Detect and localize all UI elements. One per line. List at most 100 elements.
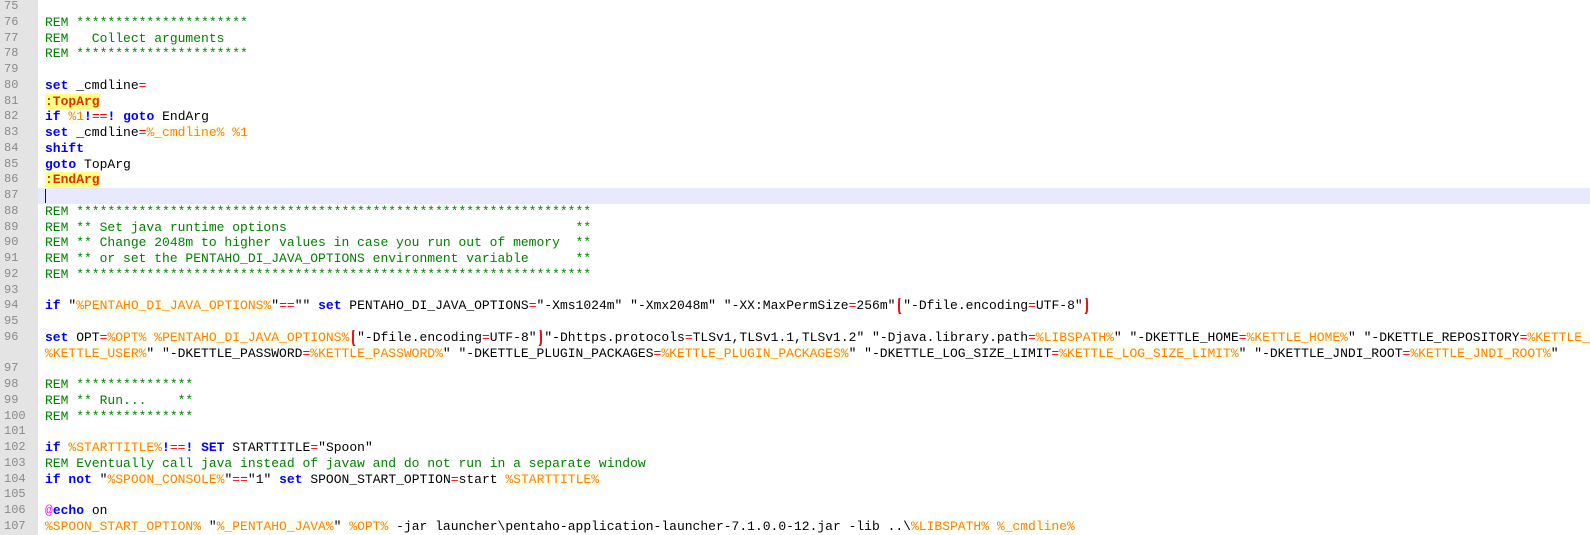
token-comment: REM ************************************… [45, 266, 592, 282]
code-line[interactable]: 82 if %1!==! goto EndArg [0, 109, 1590, 125]
line-text: set _cmdline= [45, 78, 1590, 94]
code-line[interactable]: 89 REM ** Set java runtime options ** [0, 219, 1590, 236]
code-editor[interactable]: 75 76 REM ********************** 77 REM Coll… [0, 0, 1590, 535]
code-line[interactable]: 103 REM Eventually call java instead of j… [0, 455, 1590, 472]
token-operator: = [310, 440, 319, 455]
line-number: 76 [0, 14, 38, 31]
line-text: set OPT=%OPT% %PENTAHO_DI_JAVA_OPTIONS% … [45, 329, 1590, 346]
line-number: 75 [0, 0, 38, 15]
token-operator: == [169, 440, 186, 455]
token-comment: REM *************** [45, 377, 194, 392]
token-keyword: if [45, 471, 61, 487]
code-line[interactable]: 107 %SPOON_START_OPTION% "%_PENTAHO_JAVA%… [0, 518, 1590, 535]
code-line[interactable]: 106 @echo on [0, 503, 1590, 519]
line-number: 96 [0, 329, 38, 346]
line-number: 100 [0, 408, 38, 425]
line-number: 90 [0, 235, 38, 251]
code-line[interactable]: 78 REM ********************** [0, 46, 1590, 62]
code-line[interactable]: 102 if %STARTTITLE%!==! SET STARTTITLE="S… [0, 440, 1590, 456]
code-line[interactable]: 79 [0, 62, 1590, 78]
code-line[interactable]: 92 REM **********************************… [0, 266, 1590, 283]
code-line[interactable]: 96 set OPT = %OPT% %PENTAHO_DI_JAVA_OPTIONS… [0, 329, 1590, 346]
token-operator: == [232, 471, 248, 487]
token-text: "-Xms1024m" "-Xmx2048m" "-XX:MaxPermSize [536, 298, 849, 314]
code-line[interactable]: 84 shift [0, 140, 1590, 157]
code-line[interactable]: 94 if "%PENTAHO_DI_JAVA_OPTIONS%"=="" set… [0, 298, 1590, 314]
token-text: " "-DKETTLE_LOG_SIZE_LIMIT [848, 345, 1052, 361]
line-text: :EndArg [45, 172, 1590, 188]
token-text: " [201, 518, 217, 534]
token-at-sign: @ [45, 503, 53, 518]
token-operator: = [684, 329, 693, 345]
line-number: 84 [0, 140, 38, 157]
code-line[interactable]: 95 [0, 314, 1590, 330]
line-text: if %1!==! goto EndArg [45, 109, 1590, 125]
line-number: 85 [0, 156, 38, 173]
code-line[interactable]: 75 [0, 0, 1590, 15]
token-comment: REM ** or set the PENTAHO_DI_JAVA_OPTION… [45, 251, 592, 266]
token-variable: %STARTTITLE% [68, 440, 163, 455]
token-variable: %LIBSPATH% [910, 518, 989, 534]
token-text: on [84, 503, 108, 518]
code-line-current[interactable]: 87 [0, 188, 1590, 204]
token-text: start [458, 471, 506, 487]
token-operator: == [91, 109, 108, 125]
token-text: "-Dfile.encoding [903, 298, 1029, 314]
line-number: 107 [0, 518, 38, 535]
code-line[interactable]: 76 REM ********************** [0, 14, 1590, 31]
line-text: :TopArg [45, 93, 1590, 110]
line-text: REM *************** [45, 409, 1590, 425]
token-keyword: goto [45, 156, 77, 172]
token-operator: = [1028, 329, 1036, 345]
token-text: " "-DKETTLE_REPOSITORY [1347, 329, 1520, 345]
code-line[interactable]: %KETTLE_USER%" "-DKETTLE_PASSWORD=%KETTL… [0, 345, 1590, 362]
line-number: 101 [0, 424, 38, 440]
line-number: 97 [0, 361, 38, 377]
token-keyword: set [45, 77, 69, 93]
token-variable: %KETTLE_PASSWORD% [310, 345, 443, 361]
line-text: if not "%SPOON_CONSOLE%"=="1" set SPOON_… [45, 471, 1590, 488]
code-line[interactable]: 83 set _cmdline=%_cmdline% %1 [0, 125, 1590, 141]
code-line[interactable]: 86:EndArg [0, 172, 1590, 188]
token-variable: %PENTAHO_DI_JAVA_OPTIONS% [154, 329, 350, 345]
token-text: EndArg [154, 109, 209, 125]
line-text: REM ** Run... ** [45, 393, 1590, 409]
code-line[interactable]: 77 REM Collect arguments [0, 30, 1590, 47]
line-number: 87 [0, 188, 38, 204]
line-number: 104 [0, 471, 38, 488]
code-line[interactable]: 85 goto TopArg [0, 156, 1590, 173]
code-line[interactable]: 97 [0, 361, 1590, 377]
line-number: 77 [0, 30, 38, 47]
line-number: 99 [0, 392, 38, 409]
code-line[interactable]: 101 [0, 424, 1590, 440]
line-number: 78 [0, 46, 38, 62]
line-text: REM ************************************… [45, 204, 1590, 220]
token-comment: REM Collect arguments [45, 30, 225, 46]
token-text: " "-DKETTLE_PASSWORD [146, 345, 303, 361]
token-text: _cmdline [68, 77, 139, 93]
token-text: " "-DKETTLE_JNDI_ROOT [1238, 345, 1403, 361]
code-line[interactable]: 105 [0, 487, 1590, 503]
code-line[interactable]: 91 REM ** or set the PENTAHO_DI_JAVA_OPTI… [0, 251, 1590, 267]
line-text: if %STARTTITLE%!==! SET STARTTITLE="Spoo… [45, 440, 1590, 456]
code-line[interactable]: 104 if not "%SPOON_CONSOLE%"=="1" set SPO… [0, 471, 1590, 488]
token-operator: = [1028, 298, 1036, 314]
code-line[interactable]: 93 [0, 282, 1590, 299]
line-text: %SPOON_START_OPTION% "%_PENTAHO_JAVA%" %… [45, 518, 1590, 535]
code-line[interactable]: 80 set _cmdline= [0, 77, 1590, 94]
line-number: 98 [0, 377, 38, 393]
code-line[interactable]: 90 REM ** Change 2048m to higher values i… [0, 235, 1590, 251]
code-line[interactable]: 81:TopArg [0, 93, 1590, 110]
code-line[interactable]: 88 REM **********************************… [0, 203, 1590, 220]
token-variable: %_PENTAHO_JAVA% [216, 518, 334, 534]
code-line[interactable]: 98 REM *************** [0, 377, 1590, 393]
token-comment: REM Eventually call java instead of java… [45, 455, 646, 471]
line-number: 93 [0, 282, 38, 299]
code-line[interactable]: 99 REM ** Run... ** [0, 392, 1590, 409]
token-text: UTF-8" [489, 329, 537, 345]
token-variable: %OPT% [107, 329, 147, 345]
code-line[interactable]: 100 REM *************** [0, 408, 1590, 425]
line-text: @echo on [45, 503, 1590, 519]
line-text: goto TopArg [45, 157, 1590, 173]
